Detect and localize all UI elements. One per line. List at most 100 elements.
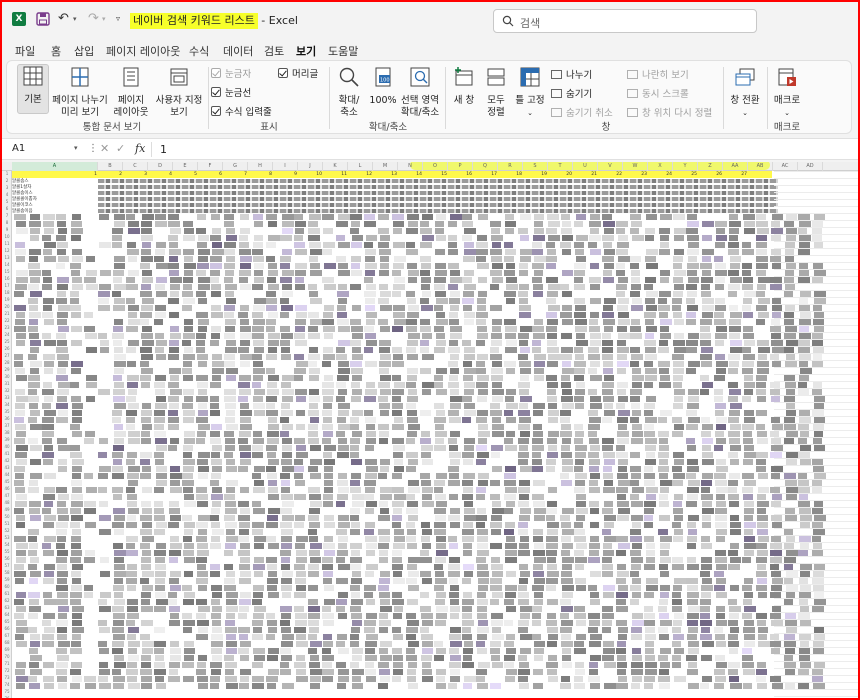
row-header[interactable]: 52: [2, 528, 12, 534]
tab-data[interactable]: 데이터: [223, 43, 253, 59]
header-cell[interactable]: 3: [123, 171, 148, 178]
column-header-f[interactable]: F: [198, 162, 223, 171]
row-header[interactable]: 64: [2, 612, 12, 618]
row-header[interactable]: 25: [2, 339, 12, 345]
row-header[interactable]: 34: [2, 402, 12, 408]
column-header-p[interactable]: P: [448, 162, 473, 171]
column-header-aa[interactable]: AA: [723, 162, 748, 171]
row-header[interactable]: 43: [2, 465, 12, 471]
header-cell[interactable]: 7: [223, 171, 248, 178]
row-header[interactable]: 38: [2, 430, 12, 436]
column-header-j[interactable]: J: [298, 162, 323, 171]
gridlines-checkbox[interactable]: 눈금선: [211, 85, 251, 99]
row-header[interactable]: 50: [2, 514, 12, 520]
row-header[interactable]: 45: [2, 479, 12, 485]
header-row-1[interactable]: 1 2 3 4 5 6 7 8 9 10 11 12 13 14 15 16 17 18 19 20 21 22 23 24 2…: [12, 171, 772, 178]
header-cell[interactable]: 16: [448, 171, 473, 178]
header-cell[interactable]: 12: [348, 171, 373, 178]
unhide-button[interactable]: 숨기기 취소: [551, 105, 613, 119]
header-cell[interactable]: 19: [523, 171, 548, 178]
row-header[interactable]: 47: [2, 493, 12, 499]
row-header[interactable]: 60: [2, 584, 12, 590]
tab-insert[interactable]: 삽입: [74, 43, 94, 59]
hide-button[interactable]: 숨기기: [551, 86, 592, 100]
column-header-o[interactable]: O: [423, 162, 448, 171]
column-header-ab[interactable]: AB: [748, 162, 773, 171]
synchronous-scroll-button[interactable]: 동시 스크롤: [627, 86, 689, 100]
column-header-h[interactable]: H: [248, 162, 273, 171]
row-header[interactable]: 17: [2, 283, 12, 289]
row-header[interactable]: 21: [2, 311, 12, 317]
row-header[interactable]: 40: [2, 444, 12, 450]
normal-view-button[interactable]: 기본: [17, 64, 49, 114]
header-cell[interactable]: 27: [723, 171, 748, 178]
row-header[interactable]: 66: [2, 626, 12, 632]
header-cell[interactable]: 15: [423, 171, 448, 178]
row-header[interactable]: 29: [2, 367, 12, 373]
chevron-down-icon[interactable]: ▾: [74, 144, 78, 152]
row-header[interactable]: 19: [2, 297, 12, 303]
row-header[interactable]: 9: [2, 227, 12, 233]
column-header-ad[interactable]: AD: [798, 162, 823, 171]
row-header[interactable]: 75: [2, 689, 12, 695]
column-header-i[interactable]: I: [273, 162, 298, 171]
row-header[interactable]: 37: [2, 423, 12, 429]
row-header[interactable]: 20: [2, 304, 12, 310]
row-header[interactable]: 16: [2, 276, 12, 282]
name-box[interactable]: A1: [6, 141, 82, 158]
row-header[interactable]: 70: [2, 654, 12, 660]
column-header-e[interactable]: E: [173, 162, 198, 171]
freeze-panes-button[interactable]: 틀 고정 ⌄: [512, 66, 548, 119]
row-header[interactable]: 57: [2, 563, 12, 569]
row-header[interactable]: 56: [2, 556, 12, 562]
column-header-g[interactable]: G: [223, 162, 248, 171]
row-header[interactable]: 72: [2, 668, 12, 674]
header-cell[interactable]: 5: [173, 171, 198, 178]
row-header[interactable]: 3: [2, 185, 12, 191]
column-header-s[interactable]: S: [523, 162, 548, 171]
row-header[interactable]: 28: [2, 360, 12, 366]
header-cell[interactable]: 18: [498, 171, 523, 178]
column-header-a[interactable]: A: [12, 162, 98, 171]
column-header-c[interactable]: C: [123, 162, 148, 171]
zoom-button[interactable]: 확대/ 축소: [333, 66, 365, 119]
row-header[interactable]: 53: [2, 535, 12, 541]
column-header-d[interactable]: D: [148, 162, 173, 171]
header-cell[interactable]: 6: [198, 171, 223, 178]
switch-windows-button[interactable]: 창 전환 ⌄: [725, 66, 765, 119]
reset-window-position-button[interactable]: 창 위치 다시 정렬: [627, 105, 712, 119]
insert-function-icon[interactable]: fx: [135, 142, 145, 155]
row-header[interactable]: 42: [2, 458, 12, 464]
column-header-w[interactable]: W: [623, 162, 648, 171]
column-header-u[interactable]: U: [573, 162, 598, 171]
row-header[interactable]: 69: [2, 647, 12, 653]
arrange-all-button[interactable]: 모두 정렬: [481, 66, 511, 119]
row-header[interactable]: 10: [2, 234, 12, 240]
tab-view[interactable]: 보기: [296, 43, 317, 63]
column-header-k[interactable]: K: [323, 162, 348, 171]
column-header-n[interactable]: N: [398, 162, 423, 171]
row-header[interactable]: 6: [2, 206, 12, 212]
row-header[interactable]: 18: [2, 290, 12, 296]
column-header-b[interactable]: B: [98, 162, 123, 171]
search-input[interactable]: 검색: [493, 9, 757, 33]
tab-file[interactable]: 파일: [15, 43, 35, 59]
column-header-q[interactable]: Q: [473, 162, 498, 171]
row-header[interactable]: 39: [2, 437, 12, 443]
row-header[interactable]: 33: [2, 395, 12, 401]
page-break-preview-button[interactable]: 페이지 나누기 미리 보기: [51, 66, 109, 119]
row-header[interactable]: 12: [2, 248, 12, 254]
row-header[interactable]: 26: [2, 346, 12, 352]
tab-help[interactable]: 도움말: [328, 43, 358, 59]
row-header[interactable]: 31: [2, 381, 12, 387]
undo-icon[interactable]: ↶: [58, 12, 72, 26]
row-header[interactable]: 58: [2, 570, 12, 576]
row-header[interactable]: 63: [2, 605, 12, 611]
row-header[interactable]: 30: [2, 374, 12, 380]
formula-input[interactable]: 1: [160, 143, 167, 156]
page-layout-view-button[interactable]: 페이지 레이아웃: [111, 66, 151, 119]
row-header[interactable]: 73: [2, 675, 12, 681]
header-cell[interactable]: 22: [598, 171, 623, 178]
row-header[interactable]: 13: [2, 255, 12, 261]
row-header[interactable]: 49: [2, 507, 12, 513]
